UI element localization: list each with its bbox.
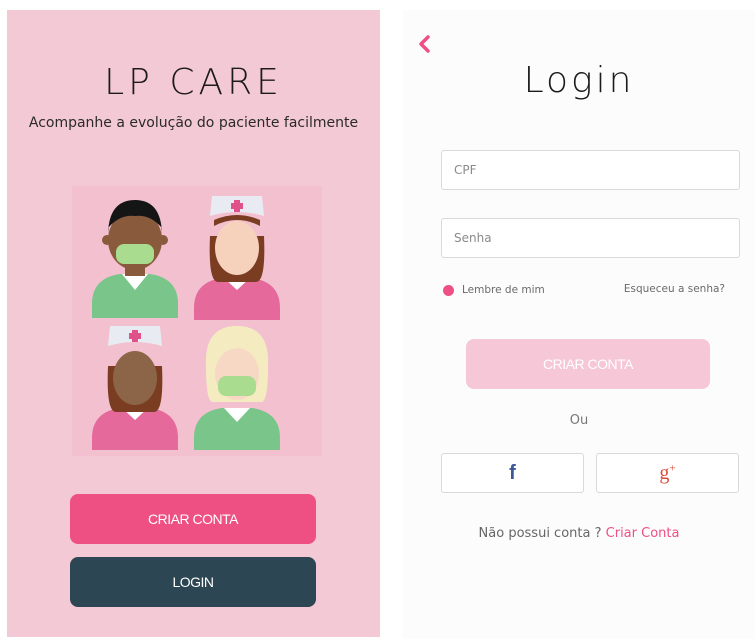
tagline: Acompanhe a evolução do paciente facilme…	[28, 115, 359, 131]
app-screen: LP CARE Acompanhe a evolução do paciente…	[0, 0, 755, 639]
nurse-avatar-2	[92, 326, 178, 450]
or-separator: Ou	[569, 413, 589, 428]
forgot-password-link[interactable]: Esqueceu a senha?	[624, 283, 725, 295]
doctor-avatar-2	[194, 326, 280, 450]
signup-prompt: Não possui conta ? Criar Conta	[403, 526, 755, 541]
facebook-login-button[interactable]: f	[441, 453, 584, 493]
google-plus-login-button[interactable]: g+	[596, 453, 739, 493]
brand-title: LP CARE	[104, 62, 283, 103]
google-plus-icon: g+	[659, 461, 676, 484]
remember-me-option[interactable]: Lembre de mim	[443, 282, 545, 298]
splash-panel: LP CARE Acompanhe a evolução do paciente…	[7, 10, 380, 637]
login-button[interactable]: LOGIN	[70, 557, 316, 607]
remember-me-radio[interactable]	[443, 284, 454, 296]
healthcare-workers-illustration	[72, 186, 322, 456]
signup-link[interactable]: Criar Conta	[606, 526, 680, 541]
facebook-icon: f	[509, 461, 516, 484]
cpf-input[interactable]	[441, 150, 740, 190]
no-account-text: Não possui conta ?	[478, 526, 606, 541]
doctor-avatar-1	[92, 200, 178, 318]
login-title: Login	[523, 60, 635, 101]
login-panel: Login Lembre de mim Esqueceu a senha? CR…	[403, 10, 755, 639]
criar-conta-submit-button[interactable]: CRIAR CONTA	[466, 339, 710, 389]
senha-input[interactable]	[441, 218, 740, 258]
nurse-avatar-1	[194, 196, 280, 320]
chevron-left-icon[interactable]	[416, 34, 432, 54]
remember-me-label: Lembre de mim	[462, 284, 545, 296]
criar-conta-button[interactable]: CRIAR CONTA	[70, 494, 316, 544]
